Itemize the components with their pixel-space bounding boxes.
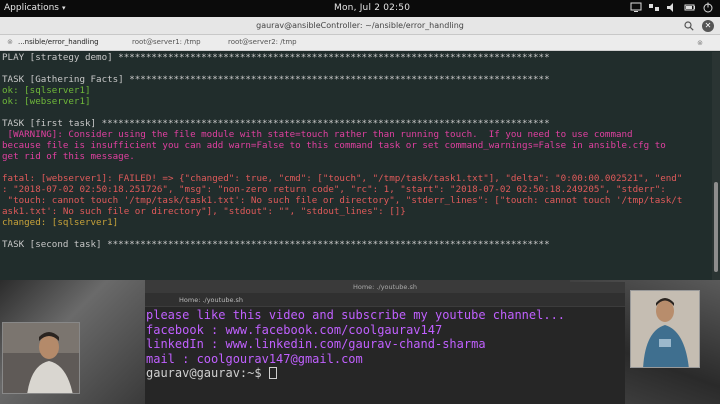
shell-prompt-line[interactable]: gaurav@gaurav:~$ [146,366,625,381]
volume-icon[interactable] [666,2,678,13]
terminal-line: because file is insufficient you can add… [2,140,666,151]
promo-window-title: Home: ./youtube.sh [352,283,418,291]
promo-line: mail : coolgourav147@gmail.com [146,351,363,366]
terminal-output[interactable]: PLAY [strategy demo] *******************… [0,52,712,280]
close-icon[interactable]: ✕ [702,20,714,32]
screen-icon[interactable] [630,2,642,13]
close-tab-icon[interactable]: ⊗ [696,39,704,47]
terminal-line: [WARNING]: Consider using the file modul… [2,129,633,140]
terminal-line: ok: [sqlserver1] [2,85,91,96]
text-cursor [268,367,277,380]
scrollbar[interactable] [712,52,720,280]
shell-prompt: gaurav@gaurav:~$ [146,366,269,381]
scrollbar-thumb[interactable] [714,182,718,272]
webcam-overlay-right [630,290,700,368]
promo-line: linkedIn : www.linkedin.com/gaurav-chand… [146,337,486,352]
terminal-line: ask1.txt': No such file or directory"], … [2,206,406,217]
window-title: gaurav@ansibleController: ~/ansible/erro… [256,21,464,30]
terminal-line: : "2018-07-02 02:50:18.251726", "msg": "… [2,184,666,195]
tab-server2[interactable]: root@server2: /tmp [228,38,297,46]
close-tab-icon[interactable]: ⊗ [6,38,14,46]
terminal-line: changed: [sqlserver1] [2,217,119,228]
promo-line: please like this video and subscribe my … [146,308,566,322]
person-image [631,291,699,367]
terminal-line: TASK [second task] *********************… [2,239,550,250]
network-icon[interactable] [648,2,660,13]
applications-menu[interactable]: Applications ▾ [4,3,66,13]
promo-terminal-tabbar: Home: ./youtube.sh [145,293,625,307]
applications-label[interactable]: Applications [4,3,59,13]
chevron-down-icon: ▾ [61,4,66,12]
clock[interactable]: Mon, Jul 2 02:50 [334,3,410,13]
person-image [3,323,79,393]
terminal-line: get rid of this message. [2,151,135,162]
search-icon[interactable] [684,21,694,31]
terminal-line: fatal: [webserver1]: FAILED! => {"change… [2,173,683,184]
tab-error-handling[interactable]: ⊗ ...nsible/error_handling [6,38,99,46]
webcam-overlay-left [2,322,80,394]
system-top-panel: Applications ▾ Mon, Jul 2 02:50 [0,0,720,17]
promo-line: facebook : www.facebook.com/coolgaurav14… [146,322,443,337]
terminal-line: "touch: cannot touch '/tmp/task/task1.tx… [2,195,683,206]
terminal-line: TASK [Gathering Facts] *****************… [2,74,550,85]
tab-server1[interactable]: root@server1: /tmp [132,38,201,46]
terminal-tabbar: ⊗ ...nsible/error_handling root@server1:… [0,35,720,51]
terminal-line: ok: [webserver1] [2,96,91,107]
tab-label: ...nsible/error_handling [18,38,99,46]
system-tray [630,2,714,13]
terminal-window: gaurav@ansibleController: ~/ansible/erro… [0,17,720,280]
tab-label: root@server2: /tmp [228,38,297,46]
tab-label: root@server1: /tmp [132,38,201,46]
terminal-titlebar[interactable]: gaurav@ansibleController: ~/ansible/erro… [0,17,720,35]
tab-youtube-sh[interactable]: Home: ./youtube.sh [179,296,243,304]
promo-terminal-window: Home: ./youtube.sh Home: ./youtube.sh pl… [145,282,625,404]
power-icon[interactable] [702,2,714,13]
terminal-line: PLAY [strategy demo] *******************… [2,52,550,63]
promo-terminal-titlebar[interactable]: Home: ./youtube.sh [145,282,625,293]
terminal-line: TASK [first task] **********************… [2,118,550,129]
battery-icon[interactable] [684,2,696,13]
promo-terminal-output[interactable]: please like this video and subscribe my … [145,308,625,404]
